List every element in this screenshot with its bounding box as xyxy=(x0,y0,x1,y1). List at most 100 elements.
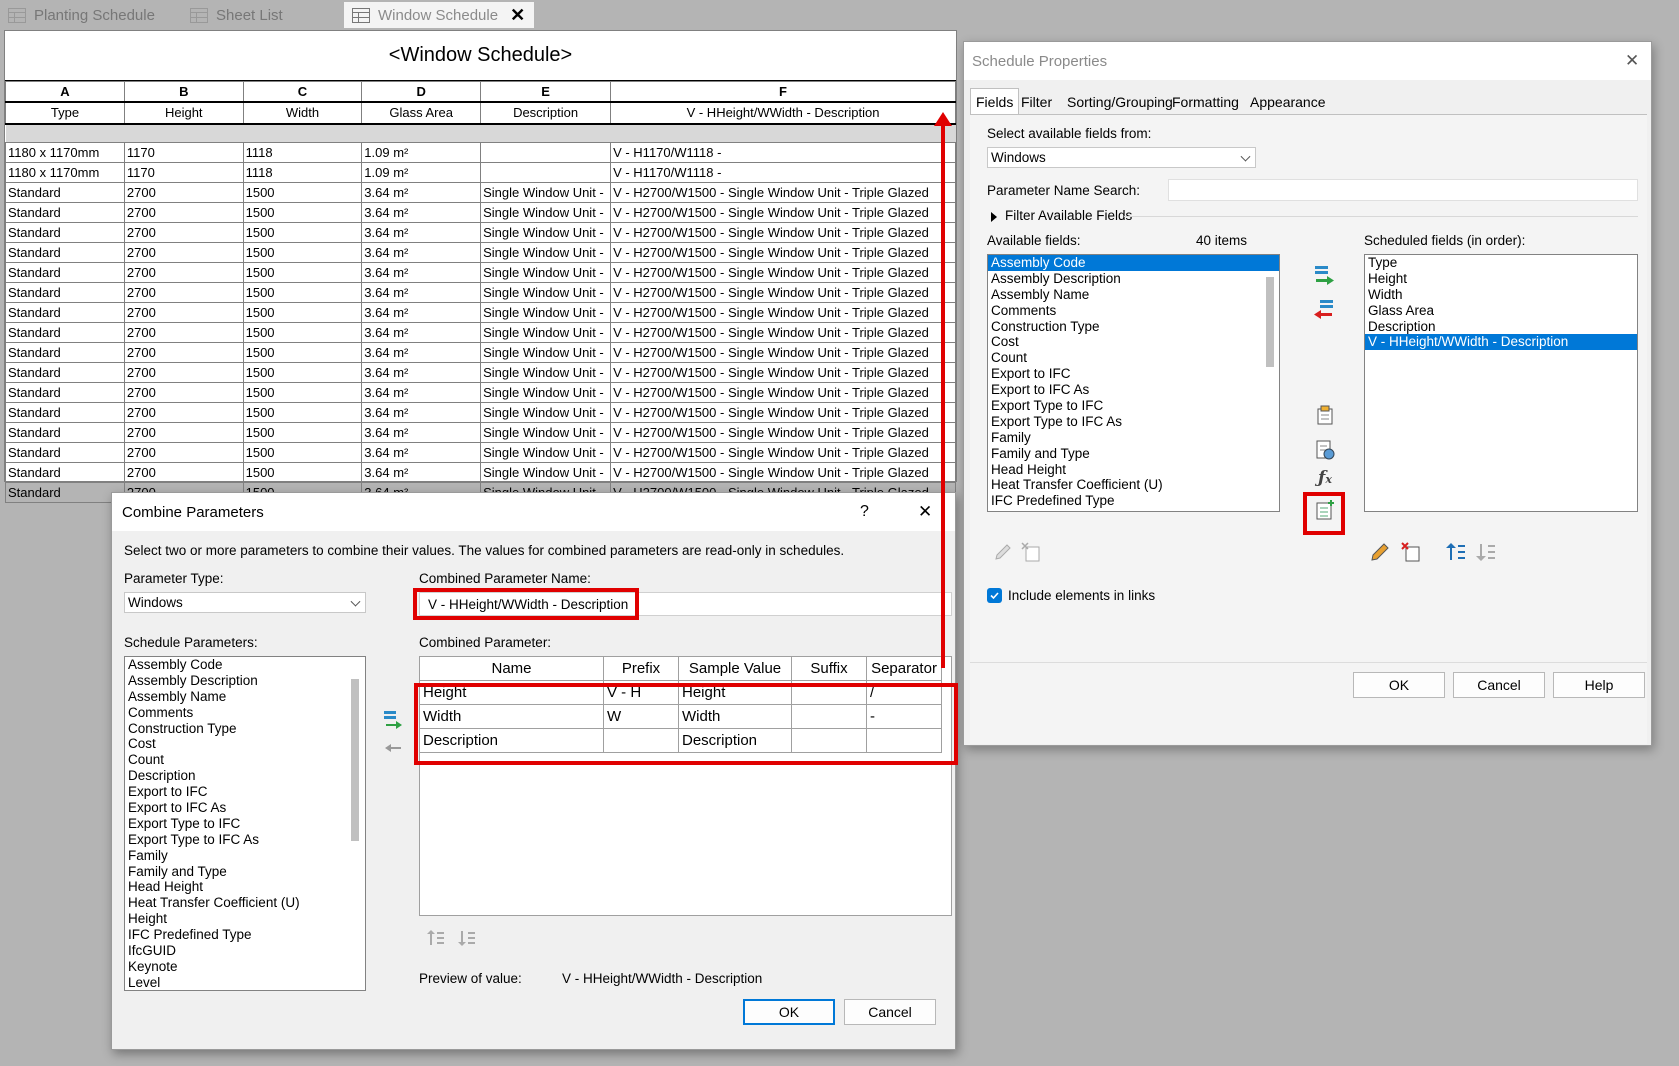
list-item[interactable]: Export Type to IFC As xyxy=(125,832,365,848)
list-item[interactable]: Cost xyxy=(125,736,365,752)
table-cell[interactable]: V - H2700/W1500 - Single Window Unit - T… xyxy=(610,202,956,223)
table-cell[interactable]: 3.64 m² xyxy=(361,182,482,203)
list-item[interactable]: Description xyxy=(1365,319,1637,335)
parameter-search-input[interactable] xyxy=(1168,179,1638,201)
table-cell[interactable]: 1170 xyxy=(123,162,244,183)
table-cell[interactable]: Standard xyxy=(5,202,125,223)
column-letter[interactable]: D xyxy=(361,81,482,103)
close-icon[interactable]: ✕ xyxy=(510,5,525,26)
column-letter[interactable]: B xyxy=(123,81,244,103)
table-cell[interactable]: Single Window Unit - xyxy=(480,362,612,383)
table-cell[interactable]: 1500 xyxy=(242,202,363,223)
table-cell[interactable]: 1500 xyxy=(242,242,363,263)
list-item[interactable]: Export to IFC xyxy=(125,784,365,800)
table-cell[interactable] xyxy=(480,162,612,183)
list-item[interactable]: Heat Transfer Coefficient (U) xyxy=(125,895,365,911)
list-item[interactable]: Level xyxy=(125,975,365,990)
table-cell[interactable]: 1500 xyxy=(242,382,363,403)
table-cell[interactable]: 1.09 m² xyxy=(361,162,482,183)
add-parameter-button[interactable] xyxy=(1312,402,1338,428)
list-item[interactable]: Type xyxy=(1365,255,1637,271)
table-cell[interactable]: Standard xyxy=(5,442,125,463)
select-from-dropdown[interactable]: Windows xyxy=(987,147,1256,168)
table-cell[interactable]: Standard xyxy=(5,482,125,503)
table-cell[interactable]: 3.64 m² xyxy=(361,342,482,363)
list-item[interactable]: Cost xyxy=(988,334,1279,350)
column-header[interactable]: Description xyxy=(480,101,612,125)
table-cell[interactable] xyxy=(610,123,956,143)
list-item[interactable]: Assembly Description xyxy=(125,673,365,689)
table-cell[interactable]: 3.64 m² xyxy=(361,422,482,443)
column-letter[interactable]: F xyxy=(610,81,956,103)
schedule-parameters-list[interactable]: Assembly Code Assembly Description Assembl… xyxy=(124,656,366,991)
scheduled-fields-list[interactable]: Type Height Width Glass Area Description V - … xyxy=(1364,254,1638,512)
list-item[interactable]: Assembly Name xyxy=(125,689,365,705)
column-header[interactable]: Height xyxy=(123,101,244,125)
table-cell[interactable]: 2700 xyxy=(123,442,244,463)
column-header[interactable]: Type xyxy=(5,101,125,125)
scrollbar-thumb[interactable] xyxy=(1266,277,1274,367)
list-item[interactable]: Count xyxy=(125,752,365,768)
expand-triangle-icon[interactable] xyxy=(991,212,997,222)
table-cell[interactable]: 3.64 m² xyxy=(361,362,482,383)
table-cell[interactable]: 2700 xyxy=(123,322,244,343)
list-item[interactable]: Export Type to IFC As xyxy=(988,414,1279,430)
table-cell[interactable]: 2700 xyxy=(123,262,244,283)
table-cell[interactable]: 2700 xyxy=(123,242,244,263)
move-up-button[interactable] xyxy=(422,925,448,951)
tab-sheet-list[interactable]: Sheet List xyxy=(182,2,332,28)
table-cell[interactable] xyxy=(480,123,611,143)
list-item[interactable]: Construction Type xyxy=(988,319,1279,335)
table-cell[interactable]: V - H2700/W1500 - Single Window Unit - T… xyxy=(610,442,956,463)
list-item[interactable]: Count xyxy=(988,350,1279,366)
cancel-button[interactable]: Cancel xyxy=(1453,672,1545,698)
available-fields-list[interactable]: Assembly Code Assembly Description Assembl… xyxy=(987,254,1280,512)
table-cell[interactable]: 1500 xyxy=(242,262,363,283)
table-cell[interactable]: V - H2700/W1500 - Single Window Unit - T… xyxy=(610,242,956,263)
column-header[interactable]: Glass Area xyxy=(361,101,482,125)
list-item[interactable]: IfcGUID xyxy=(125,943,365,959)
list-item[interactable]: V - HHeight/WWidth - Description xyxy=(1365,334,1637,351)
ok-button[interactable]: OK xyxy=(1353,672,1445,698)
table-cell[interactable]: V - H2700/W1500 - Single Window Unit - T… xyxy=(610,462,956,483)
delete-field-button[interactable] xyxy=(1018,539,1044,565)
table-cell[interactable]: V - H2700/W1500 - Single Window Unit - T… xyxy=(610,342,956,363)
table-cell[interactable]: Standard xyxy=(5,462,125,483)
help-button[interactable]: Help xyxy=(1553,672,1645,698)
table-cell[interactable]: Single Window Unit - xyxy=(480,282,612,303)
table-cell[interactable]: V - H2700/W1500 - Single Window Unit - T… xyxy=(610,282,956,303)
table-cell[interactable]: Standard xyxy=(5,342,125,363)
table-cell[interactable]: 3.64 m² xyxy=(361,402,482,423)
scrollbar-thumb[interactable] xyxy=(351,679,359,841)
table-cell[interactable]: Standard xyxy=(5,362,125,383)
list-item[interactable]: Description xyxy=(125,768,365,784)
list-item[interactable]: Family xyxy=(988,430,1279,446)
table-cell[interactable]: Single Window Unit - xyxy=(480,242,612,263)
edit-field-button[interactable] xyxy=(990,539,1016,565)
tab-appearance[interactable]: Appearance xyxy=(1245,90,1331,114)
tab-formatting[interactable]: Formatting xyxy=(1167,90,1244,114)
move-up-button[interactable] xyxy=(1442,539,1468,565)
table-cell[interactable]: V - H2700/W1500 - Single Window Unit - T… xyxy=(610,262,956,283)
table-cell[interactable]: 2700 xyxy=(123,382,244,403)
include-links-checkbox[interactable] xyxy=(987,588,1002,603)
column-letter[interactable]: C xyxy=(242,81,363,103)
list-item[interactable]: Family and Type xyxy=(988,446,1279,462)
help-icon[interactable]: ? xyxy=(860,503,869,521)
list-item[interactable]: Glass Area xyxy=(1365,303,1637,319)
delete-scheduled-field-button[interactable] xyxy=(1398,539,1424,565)
list-item[interactable]: Assembly Description xyxy=(988,271,1279,287)
table-cell[interactable]: Single Window Unit - xyxy=(480,182,612,203)
table-cell[interactable]: 1.09 m² xyxy=(361,142,482,163)
table-cell[interactable]: 1500 xyxy=(242,222,363,243)
table-cell[interactable]: 3.64 m² xyxy=(361,202,482,223)
column-header[interactable]: V - HHeight/WWidth - Description xyxy=(610,101,956,125)
table-cell[interactable]: 1500 xyxy=(242,402,363,423)
list-item[interactable]: Assembly Code xyxy=(125,657,365,673)
table-cell[interactable]: Single Window Unit - xyxy=(480,262,612,283)
ok-button[interactable]: OK xyxy=(743,999,835,1025)
table-cell[interactable]: 3.64 m² xyxy=(361,302,482,323)
table-cell[interactable]: V - H1170/W1118 - xyxy=(610,162,956,183)
table-cell[interactable]: Single Window Unit - xyxy=(480,222,612,243)
table-cell[interactable]: Standard xyxy=(5,402,125,423)
